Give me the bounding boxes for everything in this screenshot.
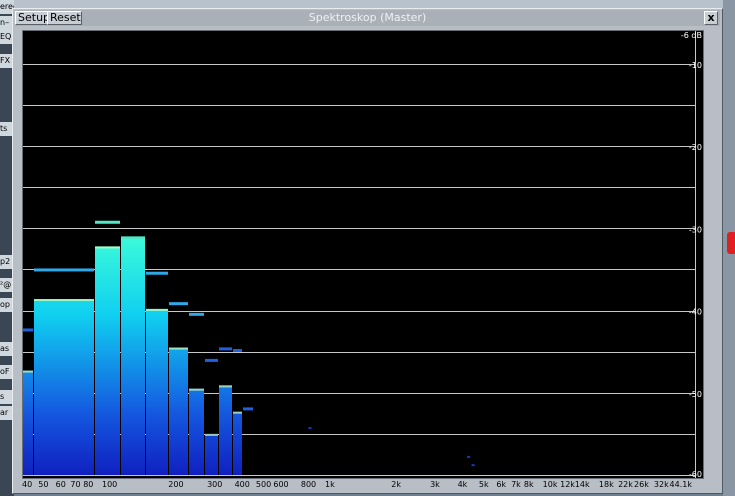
peak-marker bbox=[95, 220, 120, 224]
x-tick-label: 44.1k bbox=[670, 480, 693, 489]
spectrum-bar bbox=[121, 237, 145, 475]
x-tick-label: 8k bbox=[524, 480, 534, 489]
x-tick-label: 12k bbox=[560, 480, 575, 489]
x-tick-label: 7k bbox=[511, 480, 521, 489]
spectrum-bar-cap bbox=[169, 347, 188, 350]
spectrum-bar-cap bbox=[233, 411, 242, 414]
spectrum-bar-cap bbox=[95, 246, 120, 249]
x-tick-label: 22k bbox=[618, 480, 633, 489]
y-tick-label: -10 bbox=[689, 61, 702, 70]
peak-marker bbox=[169, 302, 188, 306]
y-tick-label: -40 bbox=[689, 308, 702, 317]
spectrum-bar bbox=[219, 385, 232, 475]
reset-button[interactable]: Reset bbox=[47, 11, 82, 25]
peak-marker bbox=[205, 358, 218, 362]
y-tick-label: -20 bbox=[689, 143, 702, 152]
x-tick-label: 200 bbox=[168, 480, 183, 489]
spectrum-bar bbox=[169, 347, 188, 475]
x-tick-label: 1k bbox=[325, 480, 335, 489]
spectrum-bar-cap bbox=[34, 299, 94, 302]
peak-marker bbox=[34, 268, 94, 272]
peak-marker bbox=[146, 271, 168, 275]
peak-marker bbox=[189, 312, 204, 316]
x-tick-label: 26k bbox=[634, 480, 649, 489]
peak-marker bbox=[467, 455, 471, 458]
peak-marker bbox=[23, 328, 33, 332]
x-tick-label: 4k bbox=[458, 480, 468, 489]
x-tick-label: 300 bbox=[207, 480, 222, 489]
peak-marker bbox=[233, 349, 242, 353]
x-tick-label: 800 bbox=[301, 480, 316, 489]
x-tick-label: 70 bbox=[70, 480, 80, 489]
spectrum-bar bbox=[95, 246, 120, 475]
x-tick-label: 10k bbox=[543, 480, 558, 489]
spectrum-bar bbox=[205, 433, 218, 475]
peak-marker bbox=[308, 427, 312, 430]
spectrum-bar-cap bbox=[189, 388, 204, 391]
peak-marker bbox=[219, 347, 232, 351]
x-tick-label: 80 bbox=[83, 480, 93, 489]
x-axis: 40 50 60 70 80 100 200 300 400 500 600 800 1k 2k 3k 4k 5… bbox=[22, 480, 693, 489]
x-tick-label: 40 bbox=[22, 480, 32, 489]
spectrum-bar bbox=[34, 299, 94, 475]
spectrum-bar bbox=[23, 370, 33, 475]
setup-button[interactable]: Setup bbox=[15, 11, 50, 25]
spectroscope-window: Spektroskop (Master) Setup Reset x -6 dB… bbox=[12, 8, 723, 494]
peak-marker bbox=[471, 464, 475, 467]
spectrum-chart: -6 dB-10-20-30-40-50-60 bbox=[23, 31, 702, 478]
x-tick-label: 50 bbox=[38, 480, 48, 489]
x-tick-label: 60 bbox=[56, 480, 66, 489]
x-tick-label: 100 bbox=[102, 480, 117, 489]
spectrum-bar-cap bbox=[219, 385, 232, 388]
spectrum-display: -6 dB -10 -20 -30 -40 -50 -60 bbox=[22, 30, 704, 479]
x-tick-label: 14k bbox=[575, 480, 590, 489]
spectrum-bar bbox=[189, 388, 204, 475]
spectrum-bar bbox=[233, 411, 242, 475]
close-button[interactable]: x bbox=[704, 11, 718, 25]
spectrum-bar-cap bbox=[205, 433, 218, 436]
title-bar[interactable]: Spektroskop (Master) Setup Reset x bbox=[15, 10, 720, 26]
x-tick-label: 6k bbox=[496, 480, 506, 489]
y-tick-label: -50 bbox=[689, 390, 702, 399]
y-tick-label: -30 bbox=[689, 225, 702, 234]
x-tick-label: 2k bbox=[391, 480, 401, 489]
x-tick-label: 400 bbox=[235, 480, 250, 489]
spectrum-bar-cap bbox=[146, 308, 168, 311]
background-toolbar bbox=[0, 0, 735, 8]
background-red-marker bbox=[727, 232, 735, 254]
peak-marker bbox=[243, 407, 253, 411]
peak-marker bbox=[121, 236, 145, 240]
spectrum-bar-cap bbox=[23, 370, 33, 373]
x-tick-label: 3k bbox=[430, 480, 440, 489]
x-tick-label: 5k bbox=[479, 480, 489, 489]
y-tick-label: -6 dB bbox=[681, 31, 702, 40]
x-tick-label: 600 bbox=[273, 480, 288, 489]
window-title: Spektroskop (Master) bbox=[308, 11, 427, 24]
x-tick-label: 500 bbox=[256, 480, 271, 489]
x-tick-label: 32k bbox=[654, 480, 669, 489]
x-tick-label: 18k bbox=[599, 480, 614, 489]
spectrum-bar bbox=[146, 308, 168, 475]
